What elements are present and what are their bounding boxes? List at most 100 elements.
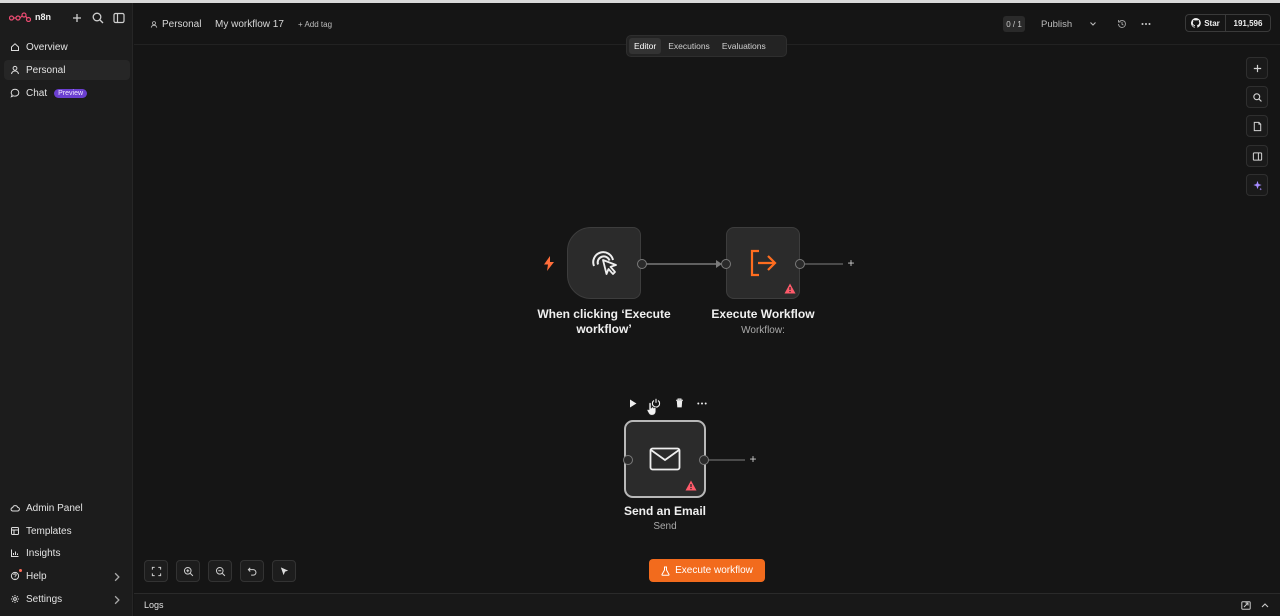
n8n-logo[interactable]: n8n [9, 12, 51, 22]
output-handle[interactable] [795, 259, 805, 269]
plus-icon[interactable] [70, 11, 84, 25]
project-name: Personal [162, 19, 202, 30]
templates-icon [11, 527, 19, 535]
pop-out-icon[interactable] [1241, 601, 1251, 610]
help-icon [10, 571, 20, 581]
add-tag-button[interactable]: + Add tag [298, 20, 332, 29]
user-icon [11, 65, 19, 75]
sidebar-item-settings[interactable]: Settings [4, 589, 130, 609]
output-handle[interactable] [699, 455, 709, 465]
workflow-name[interactable]: My workflow 17 [215, 19, 284, 30]
zoom-in-icon [183, 566, 193, 576]
play-icon[interactable] [627, 397, 639, 409]
warning-icon[interactable] [784, 283, 796, 294]
sidebar-item-templates[interactable]: Templates [4, 521, 130, 541]
zoom-out-button[interactable] [208, 560, 232, 582]
sidebar: n8n Overview Personal Chat Preview Admin… [0, 3, 133, 616]
pointer-icon [280, 566, 288, 575]
execute-workflow-label: Execute workflow [675, 565, 753, 576]
n8n-app: n8n Overview Personal Chat Preview Admin… [0, 0, 1280, 616]
node-subtitle: Send [653, 521, 677, 532]
undo-icon [247, 566, 256, 576]
github-star-count: 191,596 [1233, 18, 1263, 28]
lightning-bolt-icon [544, 256, 554, 271]
sidebar-item-label: Overview [26, 41, 68, 53]
sidebar-item-help[interactable]: Help [4, 566, 130, 586]
chevron-down-icon[interactable] [1089, 20, 1097, 28]
node-subtitle: Workflow: [741, 325, 785, 336]
github-icon [1191, 18, 1201, 28]
undo-button[interactable] [240, 560, 264, 582]
github-star-button[interactable]: Star 191,596 [1185, 14, 1271, 32]
fit-view-button[interactable] [144, 560, 168, 582]
home-icon [11, 43, 19, 51]
workflow-canvas[interactable]: When clicking ‘Execute workflow’ + Execu… [134, 46, 1280, 592]
cursor-click-icon [592, 251, 617, 275]
sidebar-item-personal[interactable]: Personal [4, 60, 130, 80]
user-icon [150, 21, 158, 28]
version-indicator[interactable]: 0 / 1 [1003, 16, 1025, 32]
sidebar-header: n8n [0, 3, 133, 33]
chat-icon [10, 88, 20, 98]
logs-label: Logs [144, 600, 164, 610]
node-title: When clicking ‘Execute workflow’ [537, 307, 671, 336]
node-toolbar [627, 397, 708, 409]
logs-panel-bar[interactable]: Logs [134, 593, 1280, 616]
node-send-email[interactable] [624, 420, 706, 498]
history-icon[interactable] [1116, 18, 1128, 30]
add-node-plus-icon[interactable]: + [746, 453, 760, 467]
sidebar-item-insights[interactable]: Insights [4, 543, 130, 563]
zoom-in-button[interactable] [176, 560, 200, 582]
more-options-icon[interactable] [1140, 18, 1152, 30]
add-tag-label: + Add tag [298, 20, 333, 29]
n8n-logo-icon [9, 12, 31, 22]
sign-out-icon [750, 249, 777, 277]
sidebar-item-label: Personal [26, 64, 66, 76]
trash-icon[interactable] [673, 397, 685, 409]
chevron-up-icon[interactable] [1261, 602, 1269, 608]
sidebar-item-label: Settings [26, 593, 63, 605]
input-handle[interactable] [623, 455, 633, 465]
sidebar-item-label: Help [26, 570, 47, 582]
fit-view-icon [151, 566, 161, 576]
insights-icon [11, 549, 19, 557]
app-name: n8n [35, 12, 52, 22]
cloud-icon [10, 505, 20, 512]
tidy-up-button[interactable] [272, 560, 296, 582]
mouse-hand-cursor-icon [646, 402, 657, 416]
zoom-out-icon [215, 566, 225, 576]
sidebar-item-label: Insights [26, 547, 61, 559]
sidebar-item-overview[interactable]: Overview [4, 37, 130, 57]
node-title: Send an Email [623, 504, 707, 518]
github-star[interactable]: Star [1186, 15, 1226, 31]
node-manual-trigger[interactable] [567, 227, 641, 299]
help-notification-dot [19, 569, 22, 572]
warning-icon[interactable] [685, 480, 697, 491]
output-handle[interactable] [637, 259, 647, 269]
execute-workflow-button[interactable]: Execute workflow [649, 559, 765, 582]
more-options-icon[interactable] [696, 397, 708, 409]
chevron-right-icon [114, 572, 120, 582]
sidebar-item-label: Templates [26, 525, 72, 537]
add-node-plus-icon[interactable]: + [844, 257, 858, 271]
flask-icon [661, 566, 670, 576]
envelope-icon [649, 447, 681, 471]
version-text: 0 / 1 [1006, 19, 1022, 29]
github-star-label: Star [1204, 18, 1220, 28]
sidebar-item-admin-panel[interactable]: Admin Panel [4, 498, 130, 518]
input-handle[interactable] [721, 259, 731, 269]
node-title: Execute Workflow [711, 307, 815, 321]
sidebar-toggle-icon[interactable] [112, 11, 126, 25]
breadcrumb-project[interactable]: Personal [150, 19, 201, 30]
gear-icon [11, 595, 19, 603]
publish-button[interactable]: Publish [1030, 15, 1102, 33]
workflow-name-text: My workflow 17 [215, 19, 284, 30]
sidebar-item-label: Admin Panel [26, 502, 83, 514]
preview-badge: Preview [54, 88, 88, 98]
publish-label: Publish [1041, 18, 1073, 30]
sidebar-item-chat[interactable]: Chat Preview [4, 83, 130, 103]
node-execute-workflow[interactable] [726, 227, 800, 299]
chevron-right-icon [114, 595, 120, 605]
search-icon[interactable] [91, 11, 105, 25]
sidebar-item-label: Chat [26, 87, 48, 99]
